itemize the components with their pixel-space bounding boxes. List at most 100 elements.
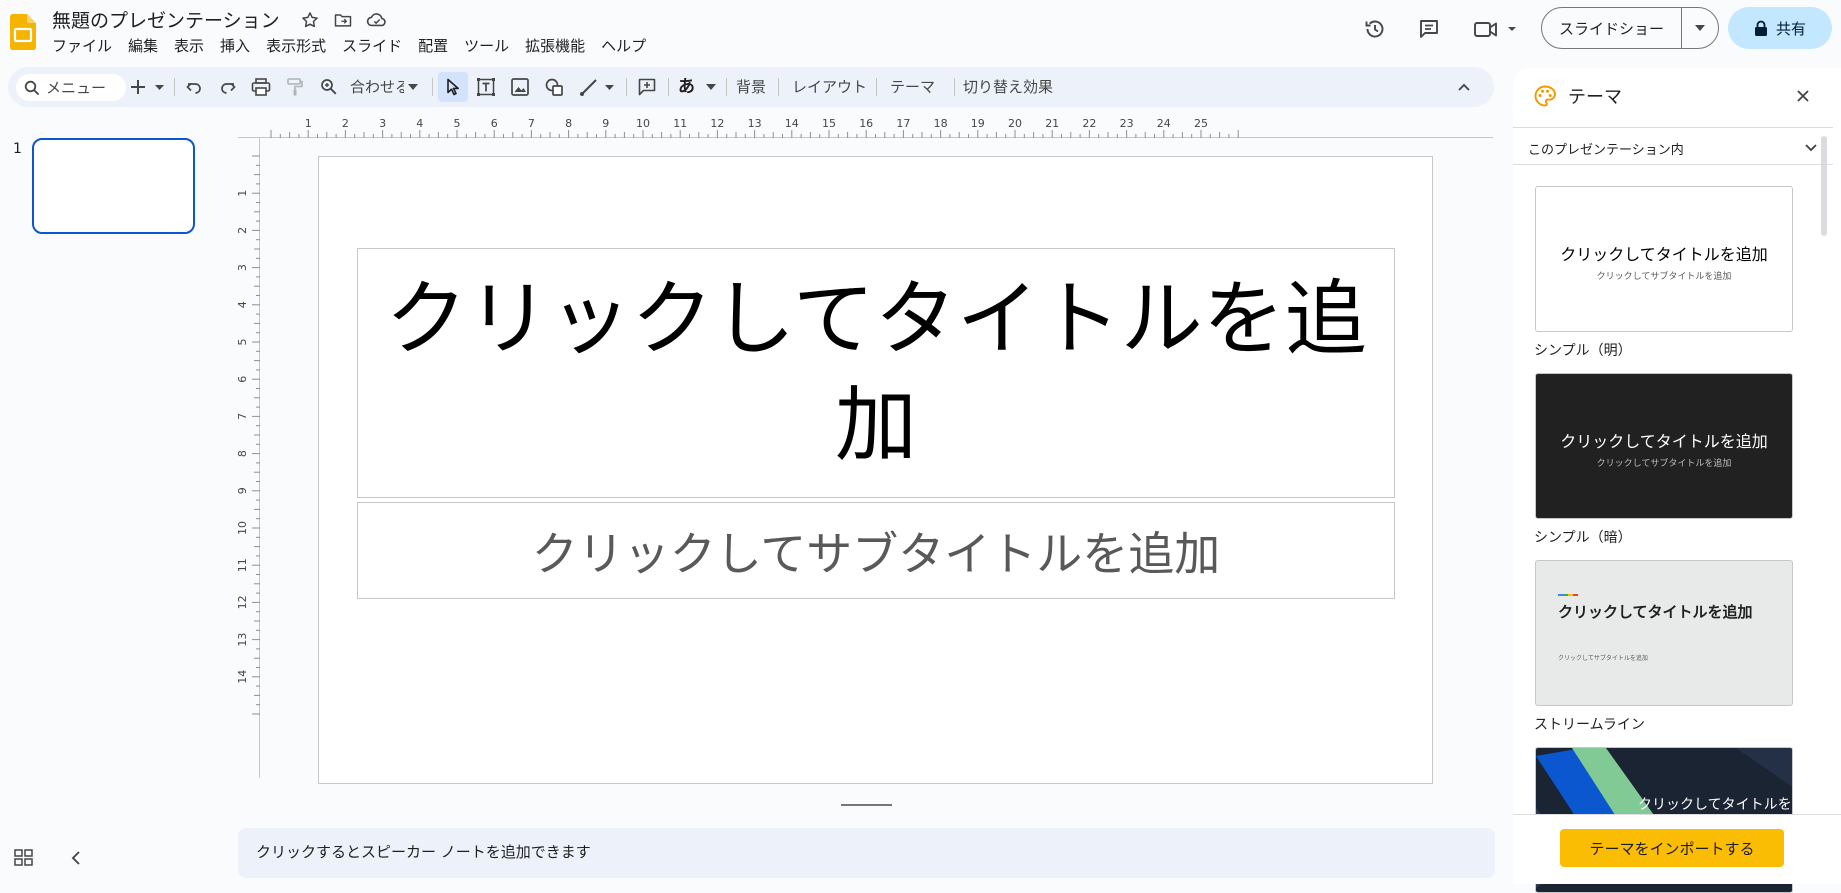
paint-format-icon[interactable] [282,75,308,99]
transition-button[interactable]: 切り替え効果 [963,75,1053,99]
ruler-label: 10 [238,521,249,535]
menu-bar: ファイル 編集 表示 挿入 表示形式 スライド 配置 ツール 拡張機能 ヘルプ [44,36,654,58]
menu-edit[interactable]: 編集 [120,36,166,58]
add-comment-icon[interactable] [634,75,660,99]
theme-card-simple-dark[interactable]: クリックしてタイトルを追加 クリックしてサブタイトルを追加 [1535,373,1793,519]
ruler-label: 7 [238,413,249,420]
palette-icon [1533,84,1557,108]
import-theme-button[interactable]: テーマをインポートする [1560,829,1784,867]
redo-icon[interactable] [216,75,240,99]
panel-footer: テーマをインポートする [1513,814,1841,884]
menu-arrange[interactable]: 配置 [410,36,456,58]
collapse-toolbar-icon[interactable] [1452,75,1476,99]
toolbar-divider [726,78,727,96]
speaker-notes[interactable]: クリックするとスピーカー ノートを追加できます [238,828,1495,878]
select-tool-icon[interactable] [438,72,468,102]
ruler-label: 5 [238,339,249,346]
document-title[interactable]: 無題のプレゼンテーション [52,6,280,33]
subtitle-placeholder[interactable]: クリックしてサブタイトルを追加 [357,502,1395,599]
menu-insert[interactable]: 挿入 [212,36,258,58]
ruler-label: 3 [379,117,386,130]
notes-resize-handle[interactable] [841,804,892,806]
zoom-dropdown-icon[interactable] [406,75,420,99]
star-icon[interactable] [297,7,323,33]
grid-view-icon[interactable] [14,848,34,868]
close-icon[interactable] [1793,86,1813,106]
ruler-label: 8 [238,450,249,457]
panel-title: テーマ [1568,87,1622,108]
app-header: 無題のプレゼンテーション ファイル 編集 表示 挿入 表示形式 スライド 配置 … [0,0,1841,64]
toolbar-divider [954,78,955,96]
image-icon[interactable] [508,75,532,99]
panel-scrollbar[interactable] [1816,130,1832,820]
toolbar: メニュー 合わせる あ 背景 レイアウト テーマ 切り替え効果 [8,67,1494,107]
ruler-label: 20 [1008,117,1022,130]
share-label: 共有 [1775,19,1806,38]
menu-help[interactable]: ヘルプ [593,36,654,58]
streamline-accent [1558,594,1578,596]
ruler-label: 24 [1157,117,1171,130]
cloud-saved-icon[interactable] [364,7,390,33]
shape-icon[interactable] [542,75,566,99]
title-placeholder[interactable]: クリックしてタイトルを追加 [357,248,1395,498]
menu-file[interactable]: ファイル [44,36,120,58]
line-tool-icon[interactable] [578,75,618,99]
collapse-filmstrip-icon[interactable] [68,848,84,868]
slides-logo-icon[interactable] [10,14,36,50]
ruler-label: 13 [238,633,249,647]
theme-card-streamline[interactable]: クリックしてタイトルを追加 クリックしてサブタイトルを追加 [1535,560,1793,706]
history-icon[interactable] [1362,16,1388,42]
theme-name: ストリームライン [1534,717,1645,733]
vertical-ruler[interactable]: 1234567891011121314 [238,138,260,778]
ruler-label: 2 [342,117,349,130]
zoom-select[interactable]: 合わせる [350,75,404,99]
menu-tools[interactable]: ツール [456,36,517,58]
ruler-label: 8 [565,117,572,130]
input-tools-button[interactable]: あ [678,75,695,99]
theme-source-label: このプレゼンテーション内 [1528,142,1684,158]
lock-icon [1754,20,1768,37]
scrollbar-thumb[interactable] [1821,136,1827,236]
comment-icon[interactable] [1416,16,1442,42]
ruler-label: 10 [636,117,650,130]
menu-search-label: メニュー [46,79,107,97]
slide-canvas[interactable]: クリックしてタイトルを追加 クリックしてサブタイトルを追加 [318,156,1433,784]
text-box-icon[interactable] [474,75,498,99]
slideshow-button[interactable]: スライドショー [1541,7,1719,49]
new-slide-button[interactable] [130,75,170,99]
slide-number: 1 [13,141,22,157]
print-icon[interactable] [248,75,274,99]
menu-search-box[interactable]: メニュー [16,74,126,101]
ruler-label: 1 [305,117,312,130]
input-tools-dropdown-icon[interactable] [704,75,718,99]
menu-format[interactable]: 表示形式 [258,36,334,58]
ruler-label: 9 [602,117,609,130]
undo-icon[interactable] [182,75,206,99]
menu-extensions[interactable]: 拡張機能 [517,36,593,58]
theme-source-select[interactable]: このプレゼンテーション内 [1528,134,1818,162]
slideshow-label[interactable]: スライドショー [1542,8,1682,48]
slideshow-dropdown-icon[interactable] [1682,8,1718,48]
panel-divider [1513,127,1833,128]
video-call-icon[interactable] [1472,16,1518,42]
ruler-label: 12 [710,117,724,130]
ruler-label: 11 [238,558,249,572]
theme-card-simple-light[interactable]: クリックしてタイトルを追加 クリックしてサブタイトルを追加 [1535,186,1793,332]
horizontal-ruler[interactable]: 1 2 3 4 5 6 7 8 9 10 11 12 13 14 15 16 17 18 19 20 21 22 23 24 2… [238,116,1493,138]
ruler-label: 6 [238,376,249,383]
theme-panel: テーマ このプレゼンテーション内 クリックしてタイトルを追加 クリックしてサブタ… [1513,68,1841,893]
ruler-label: 25 [1194,117,1208,130]
layout-button[interactable]: レイアウト [792,75,867,99]
move-folder-icon[interactable] [330,7,356,33]
background-button[interactable]: 背景 [736,75,766,99]
theme-button[interactable]: テーマ [890,75,935,99]
menu-slide[interactable]: スライド [334,36,410,58]
toolbar-divider [432,78,433,96]
zoom-icon[interactable] [316,75,342,99]
ruler-label: 14 [785,117,799,130]
theme-preview-subtitle: クリックしてサブタイトルを追加 [1558,655,1648,662]
menu-view[interactable]: 表示 [166,36,212,58]
slide-thumbnail[interactable] [32,138,195,234]
share-button[interactable]: 共有 [1728,7,1832,49]
toolbar-divider [668,78,669,96]
